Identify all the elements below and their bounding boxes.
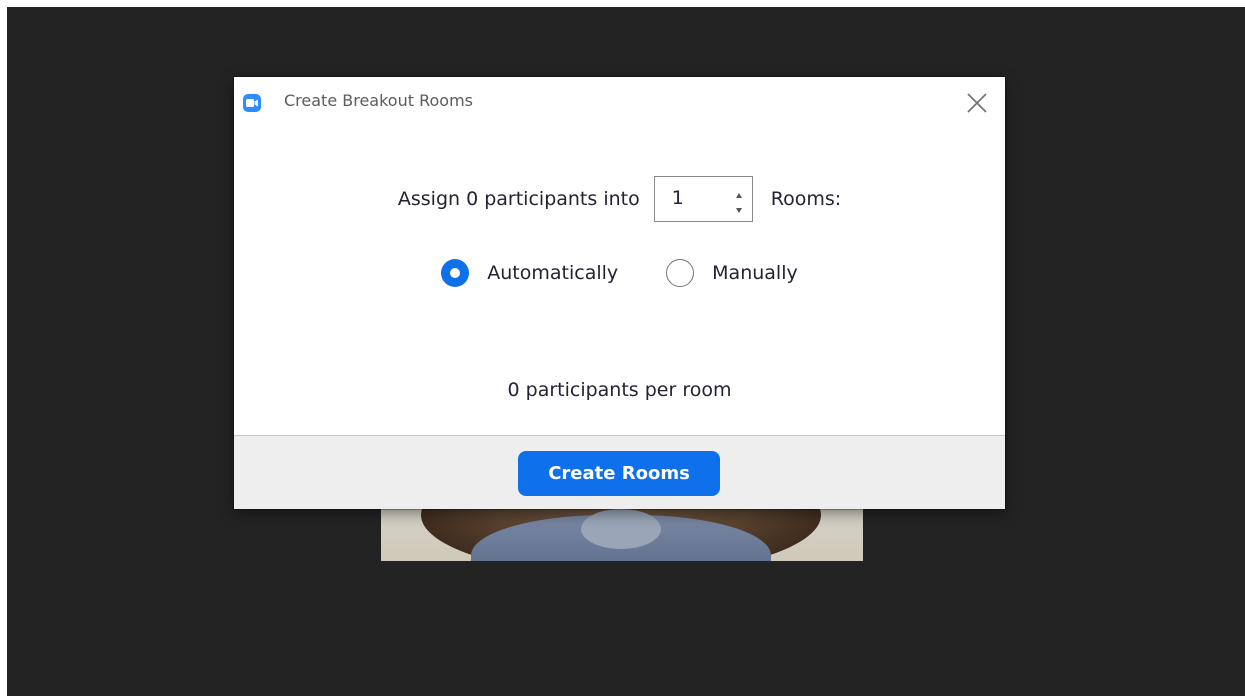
radio-button-unselected[interactable]	[666, 259, 695, 287]
close-icon[interactable]	[965, 91, 989, 115]
create-rooms-button[interactable]: Create Rooms	[518, 451, 720, 496]
create-breakout-rooms-dialog: Create Breakout Rooms Assign 0 participa…	[234, 77, 1005, 509]
stepper-down-icon[interactable]	[734, 201, 744, 213]
dialog-title: Create Breakout Rooms	[284, 91, 473, 110]
radio-manually[interactable]: Manually	[666, 259, 798, 287]
room-count-stepper[interactable]: 1	[653, 176, 753, 222]
dialog-footer: Create Rooms	[234, 435, 1005, 509]
zoom-camera-icon	[243, 94, 261, 112]
radio-label-automatically[interactable]: Automatically	[487, 262, 618, 284]
stepper-up-icon[interactable]	[734, 187, 744, 199]
participants-per-room-text: 0 participants per room	[507, 379, 732, 401]
rooms-label: Rooms:	[770, 188, 842, 210]
video-frame-detail	[581, 509, 661, 549]
radio-label-manually[interactable]: Manually	[712, 262, 798, 284]
dialog-titlebar: Create Breakout Rooms	[234, 77, 1005, 127]
radio-button-selected[interactable]	[441, 259, 470, 287]
radio-automatically[interactable]: Automatically	[441, 259, 618, 287]
assign-label: Assign 0 participants into	[397, 188, 640, 210]
assign-row: Assign 0 participants into 1 Rooms:	[234, 175, 1005, 223]
room-count-value[interactable]: 1	[672, 187, 684, 209]
assignment-mode-group: Automatically Manually	[234, 257, 1005, 289]
